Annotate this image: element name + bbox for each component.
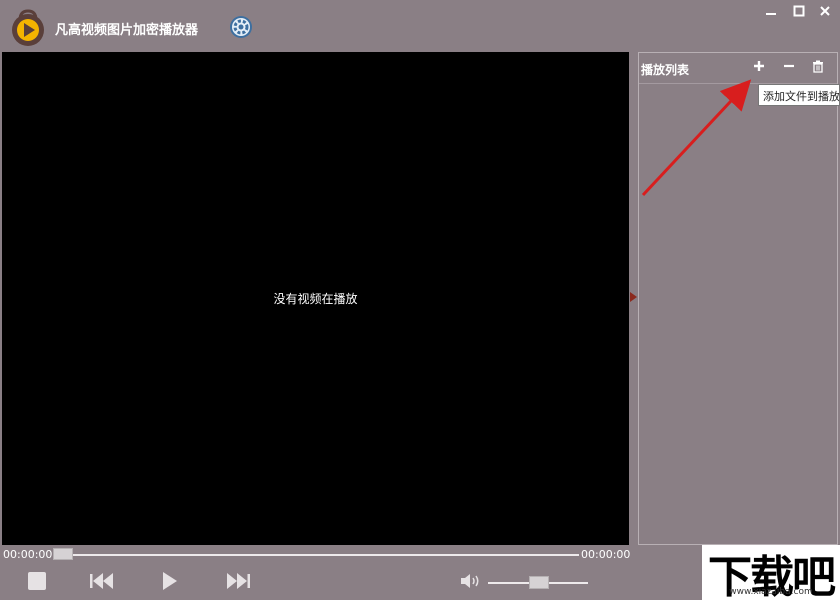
app-title: 凡高视频图片加密播放器 bbox=[55, 23, 199, 38]
seek-bar[interactable] bbox=[55, 554, 579, 556]
mute-button[interactable] bbox=[460, 570, 482, 592]
maximize-button[interactable] bbox=[788, 2, 810, 20]
playlist-panel: 播放列表 bbox=[638, 52, 838, 545]
minimize-icon bbox=[766, 13, 776, 15]
remove-file-button[interactable] bbox=[780, 57, 798, 75]
previous-button[interactable] bbox=[89, 570, 115, 592]
trash-icon bbox=[813, 60, 823, 73]
app-logo-icon bbox=[8, 8, 48, 48]
no-video-message: 没有视频在播放 bbox=[273, 292, 358, 306]
play-icon bbox=[163, 572, 177, 590]
clear-playlist-button[interactable] bbox=[809, 57, 827, 75]
current-time: 00:00:00 bbox=[3, 548, 53, 561]
close-icon bbox=[820, 6, 830, 16]
minus-icon bbox=[784, 64, 794, 68]
volume-handle[interactable] bbox=[529, 576, 549, 589]
rewind-icon bbox=[90, 573, 113, 589]
watermark-logo: 下载吧 www.xiazaiba.com bbox=[702, 545, 840, 600]
total-time: 00:00:00 bbox=[581, 548, 631, 561]
plus-icon bbox=[754, 61, 764, 71]
volume-icon bbox=[461, 574, 479, 588]
maximize-icon bbox=[793, 5, 805, 17]
playlist-toggle-arrow-icon[interactable] bbox=[630, 292, 637, 302]
stop-icon bbox=[28, 572, 46, 590]
play-button[interactable] bbox=[160, 570, 180, 592]
add-file-tooltip: 添加文件到播放 bbox=[758, 84, 840, 106]
minimize-button[interactable] bbox=[760, 2, 782, 20]
next-button[interactable] bbox=[225, 570, 251, 592]
seek-handle[interactable] bbox=[53, 548, 73, 560]
playlist-header: 播放列表 bbox=[639, 53, 837, 84]
stop-button[interactable] bbox=[27, 570, 47, 592]
settings-gear-icon[interactable] bbox=[228, 14, 254, 40]
add-file-button[interactable] bbox=[750, 57, 768, 75]
title-bar: 凡高视频图片加密播放器 bbox=[0, 0, 840, 50]
watermark-url: www.xiazaiba.com bbox=[729, 587, 813, 597]
playlist-title: 播放列表 bbox=[641, 63, 690, 77]
video-display[interactable]: 没有视频在播放 bbox=[2, 52, 629, 545]
close-button[interactable] bbox=[814, 2, 836, 20]
fast-forward-icon bbox=[227, 573, 250, 589]
